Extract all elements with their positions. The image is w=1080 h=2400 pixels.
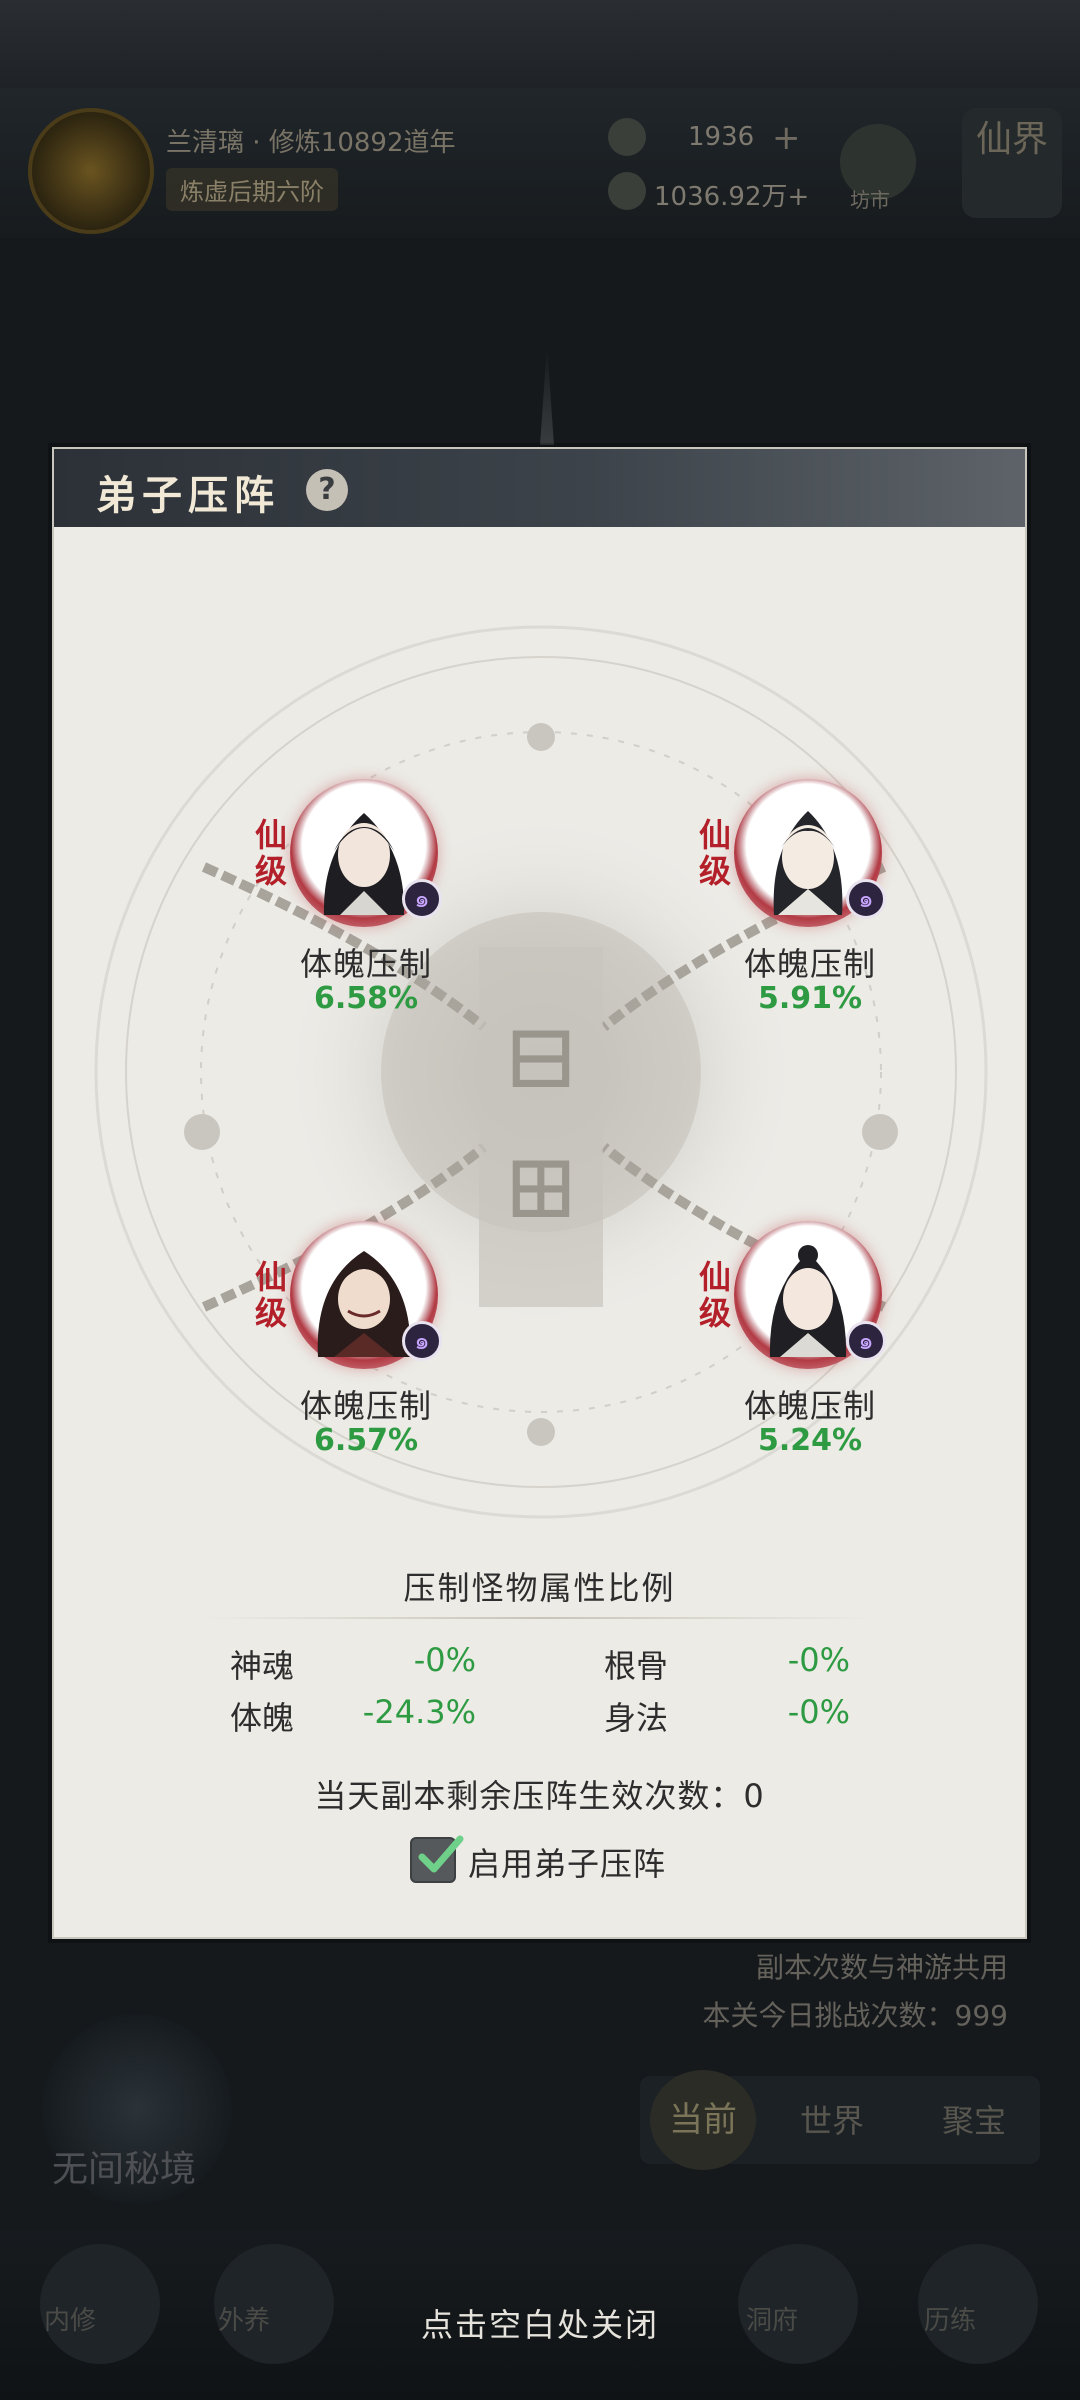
checkmark-icon [418, 1835, 464, 1873]
disciple-skill-percent: 5.24% [757, 1423, 863, 1458]
rank-badge: 仙 级 [254, 816, 287, 890]
tab-world[interactable]: 世界 [800, 2096, 864, 2142]
stat-value-spirit: -0% [413, 1641, 476, 1679]
disciple-skill-name: 体魄压制 [743, 945, 876, 983]
stat-value-body: -24.3% [362, 1693, 476, 1731]
remaining-uses-text: 当天副本剩余压阵生效次数：0 [314, 1777, 765, 1815]
coin-icon [608, 172, 646, 210]
close-hint[interactable]: 点击空白处关闭 [0, 2300, 1080, 2346]
element-swirl-icon: ๑ [846, 879, 886, 919]
element-swirl-icon: ๑ [402, 879, 442, 919]
svg-text:⊟: ⊟ [503, 1004, 578, 1109]
status-bar-area [0, 0, 1080, 88]
enable-label: 启用弟子压阵 [468, 1845, 667, 1883]
element-swirl-icon: ๑ [402, 1321, 442, 1361]
disciple-formation-dialog: 弟子压阵 ? ⊟ ⊞ 仙 级 ๑ 体魄压制 6.58% 仙 级 ๑ 体魄压制 5… [52, 447, 1027, 1939]
player-name: 兰清璃 · 修炼10892道年 [166, 128, 456, 158]
stat-label-bone: 根骨 [604, 1647, 669, 1685]
svg-text:⊞: ⊞ [503, 1134, 578, 1239]
disciple-skill-percent: 6.57% [313, 1423, 419, 1458]
disciple-skill-name: 体魄压制 [743, 1387, 876, 1425]
shared-count-note: 副本次数与神游共用 [755, 1951, 1008, 1984]
player-realm: 炼虚后期六阶 [166, 168, 338, 211]
market-label: 坊市 [850, 188, 890, 212]
enable-checkbox[interactable] [410, 1835, 464, 1883]
stat-value-agility: -0% [787, 1693, 850, 1731]
disciple-skill-percent: 5.91% [757, 981, 863, 1016]
dialog-title: 弟子压阵 [96, 472, 280, 519]
rank-badge: 仙 级 [698, 1258, 731, 1332]
spirit-stone-icon [608, 118, 646, 156]
immortal-realm-button[interactable]: 仙界 [962, 108, 1062, 218]
spire-decoration [540, 345, 554, 445]
secret-realm-label: 无间秘境 [52, 2149, 197, 2190]
player-avatar[interactable] [28, 108, 154, 234]
dialog-header: 弟子压阵 ? [54, 449, 1025, 527]
disciple-skill-name: 体魄压制 [299, 1387, 432, 1425]
daily-challenge-count: 本关今日挑战次数：999 [702, 1999, 1008, 2032]
tab-current[interactable]: 当前 [650, 2070, 756, 2170]
element-swirl-icon: ๑ [846, 1321, 886, 1361]
stat-value-bone: -0% [787, 1641, 850, 1679]
rank-badge: 仙 级 [254, 1258, 287, 1332]
tab-treasure[interactable]: 聚宝 [942, 2096, 1006, 2142]
player-header [0, 88, 1080, 238]
disciple-skill-percent: 6.58% [313, 981, 419, 1016]
currency-2-value: 1036.92万+ [654, 182, 810, 212]
formation-circle-illustration: ⊟ ⊞ [94, 625, 988, 1519]
suppression-ratio-title: 压制怪物属性比例 [403, 1569, 676, 1607]
rank-badge: 仙 级 [698, 816, 731, 890]
stat-label-body: 体魄 [230, 1699, 295, 1737]
help-button[interactable]: ? [306, 469, 348, 511]
add-currency-button[interactable]: + [772, 118, 801, 158]
divider [204, 1617, 875, 1619]
stat-label-agility: 身法 [604, 1699, 669, 1737]
stat-label-spirit: 神魂 [230, 1647, 295, 1685]
currency-1-value: 1936 [688, 122, 755, 152]
disciple-skill-name: 体魄压制 [299, 945, 432, 983]
